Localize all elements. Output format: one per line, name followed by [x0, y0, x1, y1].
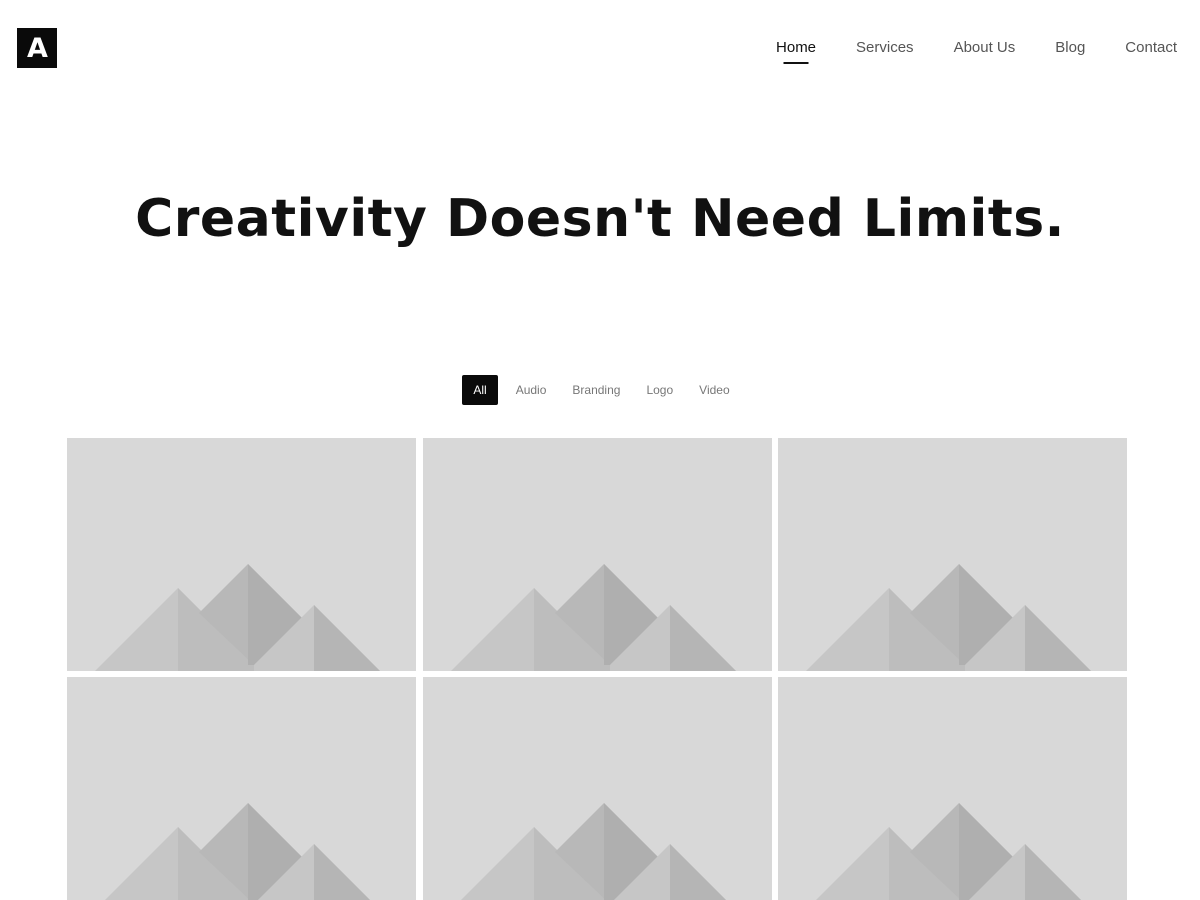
image-placeholder-icon: [105, 803, 370, 900]
main-nav: Home Services About Us Blog Contact: [736, 38, 1177, 58]
nav-item-blog[interactable]: Blog: [1055, 38, 1085, 58]
portfolio-grid: [67, 438, 1127, 900]
portfolio-tile[interactable]: [778, 677, 1127, 900]
portfolio-tile[interactable]: [422, 677, 772, 900]
site-logo[interactable]: A: [17, 28, 57, 68]
nav-item-services[interactable]: Services: [856, 38, 914, 58]
image-placeholder-icon: [450, 564, 736, 671]
filter-video[interactable]: Video: [691, 375, 737, 405]
nav-item-home[interactable]: Home: [776, 38, 816, 58]
image-placeholder-icon: [95, 564, 380, 671]
nav-item-about-us[interactable]: About Us: [954, 38, 1016, 58]
portfolio-tile[interactable]: [67, 438, 416, 671]
logo-letter: A: [27, 32, 48, 64]
filter-branding[interactable]: Branding: [564, 375, 628, 405]
filter-all[interactable]: All: [462, 375, 498, 405]
portfolio-tile[interactable]: [422, 438, 772, 671]
image-placeholder-icon: [816, 803, 1081, 900]
filter-logo[interactable]: Logo: [638, 375, 681, 405]
portfolio-filters: All Audio Branding Logo Video: [0, 375, 1200, 405]
filter-audio[interactable]: Audio: [508, 375, 555, 405]
hero-title: Creativity Doesn't Need Limits.: [135, 189, 1065, 249]
portfolio-tile[interactable]: [67, 677, 416, 900]
image-placeholder-icon: [806, 564, 1091, 671]
portfolio-tile[interactable]: [778, 438, 1127, 671]
nav-item-contact[interactable]: Contact: [1125, 38, 1177, 58]
image-placeholder-icon: [460, 803, 726, 900]
